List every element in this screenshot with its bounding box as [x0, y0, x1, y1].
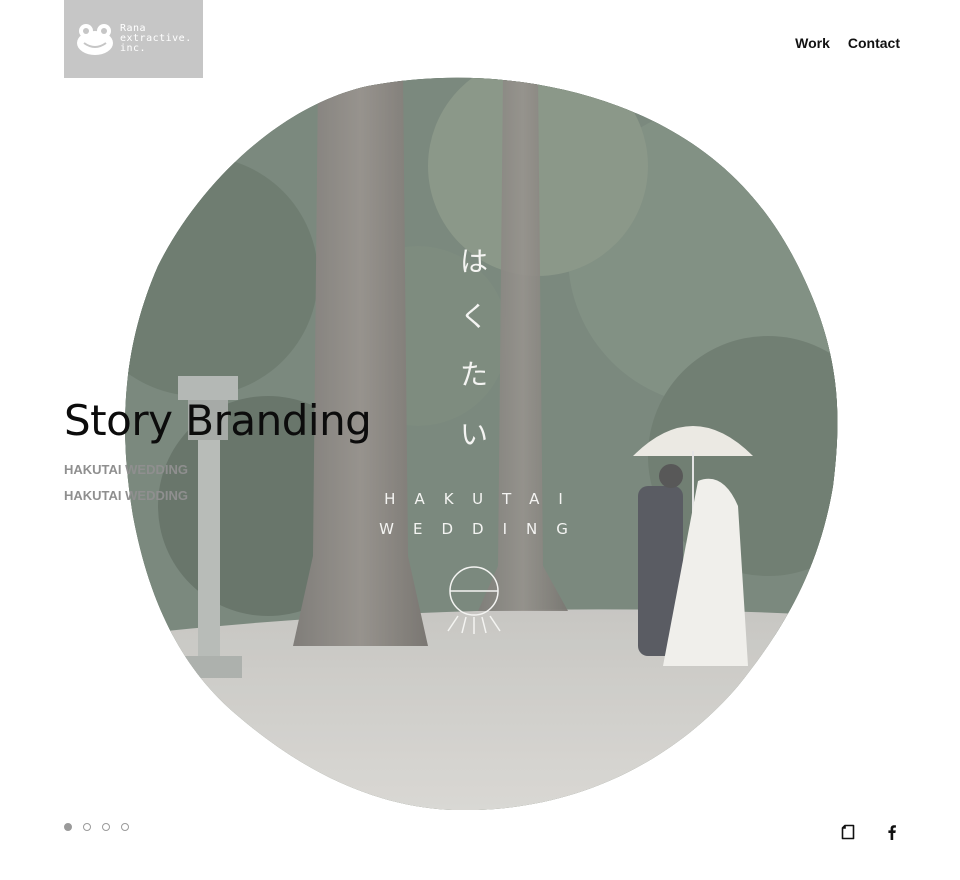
nav-contact-link[interactable]: Contact [848, 35, 900, 51]
hero-jp-char: は [460, 245, 488, 278]
nav-work-link[interactable]: Work [795, 35, 830, 51]
hero-title[interactable]: Story Branding [64, 396, 372, 445]
facebook-icon[interactable] [884, 824, 900, 840]
hero-subtitle: HAKUTAI WEDDING [64, 462, 188, 477]
social-links [840, 824, 900, 840]
hero-jp-char: た [460, 358, 488, 391]
main-nav: Work Contact [795, 35, 900, 51]
hero-caption: Story Branding HAKUTAI WEDDING HAKUTAI W… [64, 396, 372, 509]
logo-text: Rana extractive. inc. [120, 23, 192, 54]
hero-line1: HAKUTAI [384, 490, 582, 508]
hero-subtitles: HAKUTAI WEDDING HAKUTAI WEDDING [64, 457, 371, 509]
hero-subtitle: HAKUTAI WEDDING [64, 488, 188, 503]
hero-line2: WEDDING [379, 520, 587, 538]
hero-jp-char: く [460, 300, 488, 333]
pagination-dot-2[interactable] [83, 823, 91, 831]
pagination-dot-4[interactable] [121, 823, 129, 831]
logo[interactable]: Rana extractive. inc. [64, 0, 203, 78]
pagination-dot-1[interactable] [64, 823, 72, 831]
hero-jp-char: い [460, 418, 488, 451]
note-icon[interactable] [840, 824, 856, 840]
frog-logo-icon [77, 24, 113, 55]
pagination-dot-3[interactable] [102, 823, 110, 831]
slider-pagination [64, 823, 129, 831]
